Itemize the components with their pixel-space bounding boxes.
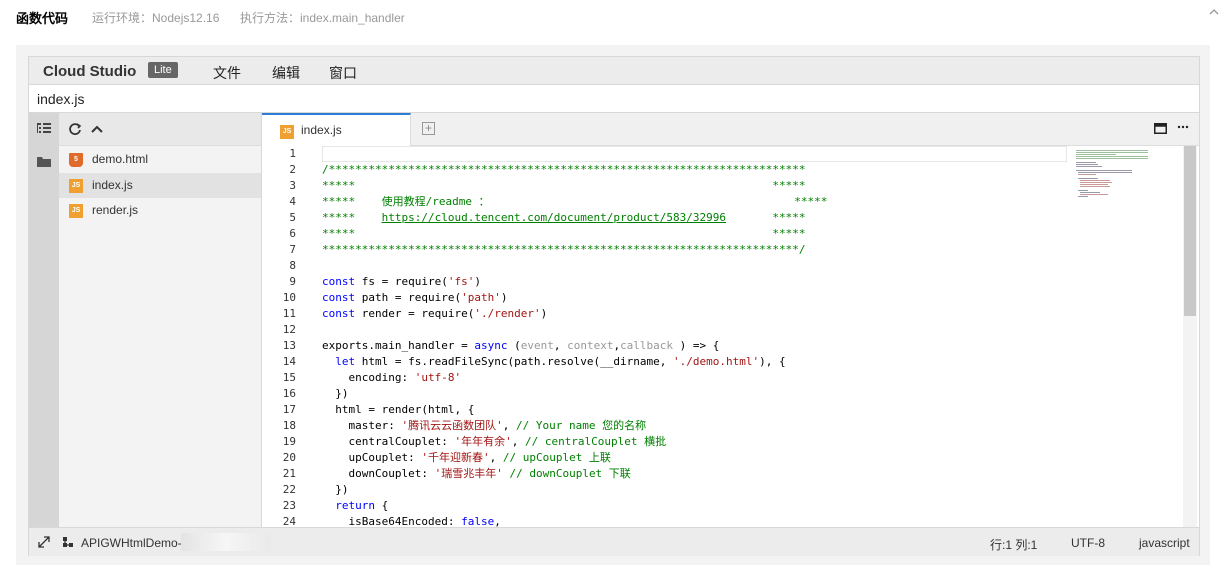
line-number: 18 bbox=[282, 419, 296, 432]
scrollbar-thumb[interactable] bbox=[1184, 146, 1196, 316]
code-line: const render = require('./render') bbox=[322, 307, 548, 320]
file-name: demo.html bbox=[92, 152, 149, 166]
language-mode[interactable]: javascript bbox=[1139, 536, 1190, 550]
chevron-up-icon[interactable] bbox=[1208, 6, 1220, 18]
function-code-header: 函数代码 运行环境：Nodejs12.16 执行方法：index.main_ha… bbox=[0, 0, 1226, 32]
code-line: ****************************************… bbox=[322, 243, 806, 256]
code-line: ***** ***** bbox=[322, 227, 806, 240]
file-encoding[interactable]: UTF-8 bbox=[1071, 536, 1105, 550]
file-explorer: 5 demo.html JS index.js JS render.js bbox=[59, 113, 262, 527]
line-number: 24 bbox=[282, 515, 296, 527]
editor-tab-bar: JS index.js + bbox=[262, 113, 1199, 146]
line-number: 3 bbox=[289, 179, 296, 192]
code-line: master: '腾讯云云函数团队', // Your name 您的名称 bbox=[322, 419, 647, 432]
line-number: 1 bbox=[289, 147, 296, 160]
menu-edit[interactable]: 编辑 bbox=[272, 63, 300, 83]
code-line: return { bbox=[335, 499, 389, 512]
code-editor[interactable]: 1 2 3 4 5 6 7 8 9 10 11 12 13 14 15 16 1… bbox=[262, 146, 1199, 527]
code-line: const fs = require('fs') bbox=[322, 275, 481, 288]
file-item-render-js[interactable]: JS render.js bbox=[59, 198, 261, 223]
js-icon: JS bbox=[69, 204, 83, 218]
line-number: 12 bbox=[282, 323, 296, 336]
current-file-path: index.js bbox=[37, 91, 85, 107]
cloud-studio-ide: Cloud Studio Lite 文件 编辑 窗口 index.js 5 de… bbox=[28, 56, 1200, 556]
cursor-position[interactable]: 行:1 列:1 bbox=[990, 536, 1037, 553]
line-number: 9 bbox=[289, 275, 296, 288]
line-number: 11 bbox=[282, 307, 296, 320]
line-number: 22 bbox=[282, 483, 296, 496]
code-line: upCouplet: '千年迎新春', // upCouplet 上联 bbox=[322, 451, 611, 464]
js-icon: JS bbox=[280, 125, 294, 139]
code-line: }) bbox=[322, 483, 349, 496]
line-number: 10 bbox=[282, 291, 296, 304]
code-line: }) bbox=[322, 387, 349, 400]
collapse-up-icon[interactable] bbox=[90, 122, 104, 136]
vertical-scrollbar[interactable] bbox=[1183, 146, 1197, 527]
path-bar: index.js bbox=[29, 85, 1199, 113]
code-lines: /***************************************… bbox=[322, 146, 1142, 527]
line-number: 16 bbox=[282, 387, 296, 400]
line-number: 8 bbox=[289, 259, 296, 272]
line-number-gutter: 1 2 3 4 5 6 7 8 9 10 11 12 13 14 15 16 1… bbox=[262, 146, 320, 527]
new-tab-icon[interactable]: + bbox=[422, 122, 435, 135]
file-item-index-js[interactable]: JS index.js bbox=[59, 173, 261, 198]
section-title: 函数代码 bbox=[16, 11, 69, 26]
code-line: encoding: 'utf-8' bbox=[322, 371, 462, 384]
line-number: 7 bbox=[289, 243, 296, 256]
code-line: const path = require('path') bbox=[322, 291, 508, 304]
html5-icon: 5 bbox=[69, 153, 83, 167]
code-line: let html = fs.readFileSync(path.resolve(… bbox=[335, 355, 786, 368]
split-editor-icon[interactable] bbox=[1154, 123, 1168, 135]
code-line: exports.main_handler = async (event, con… bbox=[322, 339, 720, 352]
code-line: html = render(html, { bbox=[322, 403, 475, 416]
editor-actions bbox=[1154, 120, 1189, 135]
brand-name: Cloud Studio bbox=[43, 63, 137, 80]
explorer-toolbar bbox=[59, 113, 261, 146]
line-number: 5 bbox=[289, 211, 296, 224]
refresh-icon[interactable] bbox=[68, 122, 82, 136]
menu-window[interactable]: 窗口 bbox=[329, 63, 357, 83]
menu-bar: Cloud Studio Lite 文件 编辑 窗口 bbox=[29, 57, 1199, 85]
redacted-project-suffix bbox=[181, 533, 271, 551]
project-name: APIGWHtmlDemo- bbox=[81, 536, 182, 550]
line-number: 13 bbox=[282, 339, 296, 352]
line-number: 2 bbox=[289, 163, 296, 176]
minimap[interactable] bbox=[1074, 146, 1184, 527]
project-tree-icon bbox=[63, 537, 73, 547]
line-number: 4 bbox=[289, 195, 296, 208]
code-line: ***** ***** bbox=[322, 179, 806, 192]
code-line: downCouplet: '瑞雪兆丰年' // downCouplet 下联 bbox=[322, 467, 631, 480]
tab-index-js[interactable]: JS index.js bbox=[262, 113, 411, 146]
lite-badge: Lite bbox=[148, 62, 178, 78]
code-line: /***************************************… bbox=[322, 163, 806, 176]
file-name: index.js bbox=[92, 178, 133, 192]
line-number: 17 bbox=[282, 403, 296, 416]
code-line: ***** https://cloud.tencent.com/document… bbox=[322, 211, 806, 224]
code-line: ***** 使用教程/readme ： ***** bbox=[322, 195, 828, 208]
line-number: 19 bbox=[282, 435, 296, 448]
runtime-label: 运行环境：Nodejs12.16 bbox=[92, 11, 220, 25]
more-icon[interactable] bbox=[1177, 123, 1189, 134]
line-number: 23 bbox=[282, 499, 296, 512]
status-bar: APIGWHtmlDemo- 行:1 列:1 UTF-8 javascript bbox=[29, 527, 1199, 556]
explorer-tree-icon[interactable] bbox=[36, 122, 52, 136]
line-number: 21 bbox=[282, 467, 296, 480]
line-number: 6 bbox=[289, 227, 296, 240]
menu-file[interactable]: 文件 bbox=[213, 63, 241, 83]
line-number: 15 bbox=[282, 371, 296, 384]
file-name: render.js bbox=[92, 203, 139, 217]
file-item-demo-html[interactable]: 5 demo.html bbox=[59, 147, 261, 172]
handler-label: 执行方法：index.main_handler bbox=[240, 11, 405, 25]
code-line: isBase64Encoded: false, bbox=[322, 515, 501, 527]
js-icon: JS bbox=[69, 179, 83, 193]
line-number: 20 bbox=[282, 451, 296, 464]
line-number: 14 bbox=[282, 355, 296, 368]
activity-bar bbox=[29, 113, 59, 527]
tab-label: index.js bbox=[301, 123, 342, 137]
expand-icon[interactable] bbox=[38, 536, 50, 548]
code-line: centralCouplet: '年年有余', // centralCouple… bbox=[322, 435, 667, 448]
folder-icon[interactable] bbox=[36, 154, 52, 168]
